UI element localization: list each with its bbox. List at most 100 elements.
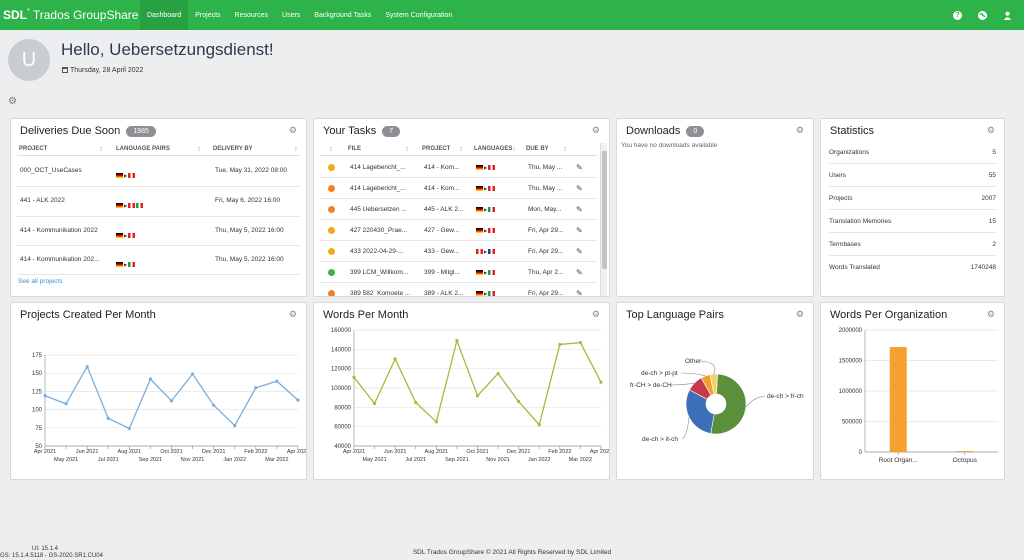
- column-menu-icon[interactable]: ⁝: [330, 146, 332, 153]
- gear-icon[interactable]: ⚙: [592, 125, 600, 136]
- x-tick-label: Jul 2021: [405, 457, 426, 463]
- status-dot: [328, 290, 335, 296]
- data-point: [148, 377, 153, 381]
- pie-slice: [685, 389, 715, 434]
- column-delivery-by[interactable]: DELIVERY BY: [213, 146, 253, 152]
- table-row[interactable]: 000_OCT_UseCases ▶ Tue, May 31, 2022 08:…: [17, 157, 300, 187]
- series-line: [353, 338, 602, 427]
- data-point: [43, 394, 47, 398]
- stat-value: 15: [988, 217, 996, 225]
- dashboard-settings-gear-icon[interactable]: ⚙: [8, 96, 17, 107]
- gear-icon[interactable]: ⚙: [289, 125, 297, 136]
- edit-icon[interactable]: ✎: [576, 205, 583, 214]
- gear-icon[interactable]: ⚙: [987, 125, 995, 136]
- column-menu-icon[interactable]: ⁝: [295, 146, 297, 153]
- task-row[interactable]: 389 582_Komoete ... 389 - ALK 2... ▶ Fri, A…: [320, 283, 597, 297]
- column-menu-icon[interactable]: ⁝: [198, 146, 200, 153]
- task-row[interactable]: 414 Lagebericht_... 414 - Kom... ▶ Thu, May…: [320, 157, 597, 178]
- language-flags: ▶: [476, 228, 496, 233]
- data-point: [127, 426, 131, 431]
- series-line: [44, 365, 299, 430]
- card-title: Your Tasks 7: [323, 125, 401, 137]
- nav-users[interactable]: Users: [275, 0, 307, 30]
- your-tasks-card: Your Tasks 7 ⚙ FILE PROJECT LANGUAGES DU…: [313, 118, 610, 297]
- app-logo[interactable]: SDL* Trados GroupShare: [0, 8, 140, 22]
- x-tick-label: Aug 2021: [118, 449, 142, 455]
- y-tick-label: 60000: [334, 425, 351, 431]
- gear-icon[interactable]: ⚙: [796, 125, 804, 136]
- data-point: [212, 403, 216, 407]
- table-row[interactable]: 414 - Kommunikation 202... ▶ Thu, May 5,…: [17, 246, 300, 275]
- task-file: 389 582_Komoete ...: [350, 290, 410, 297]
- pie-leader-line: [745, 395, 766, 408]
- nav-resources[interactable]: Resources: [228, 0, 275, 30]
- statistics-title: Statistics: [830, 125, 875, 137]
- table-header: FILE PROJECT LANGUAGES DUE BY ⁝ ⁝ ⁝ ⁝ ⁝: [320, 143, 597, 156]
- data-point: [496, 371, 500, 376]
- column-menu-icon[interactable]: ⁝: [406, 146, 408, 153]
- x-tick-label: Mar 2022: [569, 457, 592, 463]
- bar: [956, 451, 974, 452]
- edit-icon[interactable]: ✎: [576, 226, 583, 235]
- column-due-by[interactable]: DUE BY: [526, 146, 549, 152]
- nav-background-tasks[interactable]: Background Tasks: [307, 0, 378, 30]
- y-tick-label: 0: [859, 450, 863, 456]
- organization-bar-chart: 0 500000 1000000 1500000 2000000 Root Organ..…: [839, 328, 998, 464]
- user-icon[interactable]: [1003, 11, 1012, 20]
- column-languages[interactable]: LANGUAGES: [474, 146, 512, 152]
- task-row[interactable]: 433 2022-04-29-... 433 - Gew... ▶ Fri, Apr …: [320, 241, 597, 262]
- copyright: SDL Trados GroupShare © 2021 All Rights …: [412, 549, 612, 556]
- status-dot: [328, 227, 335, 234]
- column-language-pairs[interactable]: LANGUAGE PAIRS: [116, 146, 170, 152]
- edit-icon[interactable]: ✎: [576, 184, 583, 193]
- column-project[interactable]: PROJECT: [19, 146, 47, 152]
- column-menu-icon[interactable]: ⁝: [513, 146, 515, 153]
- column-project[interactable]: PROJECT: [422, 146, 450, 152]
- row-delivery: Thu, May 5, 2022 16:00: [215, 227, 284, 234]
- nav-projects[interactable]: Projects: [188, 0, 227, 30]
- stat-label: Translation Memories: [829, 217, 892, 225]
- deliveries-due-soon-card: Deliveries Due Soon 1985 ⚙ PROJECT LANGU…: [10, 118, 307, 297]
- stat-label: Projects: [829, 194, 853, 202]
- globe-icon[interactable]: [978, 10, 987, 20]
- pie-label: Other: [685, 358, 702, 365]
- language-flags: ▶: [476, 249, 496, 254]
- x-tick-label: Apr 2021: [34, 449, 56, 455]
- task-row[interactable]: 399 LCM_Willkom... 399 - Mitgl... ▶ Thu, Ap…: [320, 262, 597, 283]
- edit-icon[interactable]: ✎: [576, 163, 583, 172]
- y-tick-label: 100: [32, 408, 43, 414]
- column-menu-icon[interactable]: ⁝: [460, 146, 462, 153]
- edit-icon[interactable]: ✎: [576, 268, 583, 277]
- edit-icon[interactable]: ✎: [576, 247, 583, 256]
- scroll-thumb[interactable]: [602, 151, 607, 269]
- tasks-count-badge: 7: [382, 125, 401, 137]
- table-row[interactable]: 414 - Kommunikation 2022 ▶ Thu, May 5, 2…: [17, 217, 300, 246]
- column-file[interactable]: FILE: [348, 146, 361, 152]
- stat-value: 2007: [981, 194, 996, 202]
- table-row[interactable]: 441 - ALK 2022 ▶ Fri, May 6, 2022 16:00: [17, 187, 300, 217]
- stat-value: 5: [992, 148, 996, 156]
- x-tick-label: Feb 2022: [548, 449, 571, 455]
- task-row[interactable]: 445 Uebersetzen ... 445 - ALK 2... ▶ Mon, M…: [320, 199, 597, 220]
- nav-dashboard[interactable]: Dashboard: [140, 0, 189, 30]
- x-tick-label: Aug 2021: [425, 449, 449, 455]
- column-menu-icon[interactable]: ⁝: [100, 146, 102, 153]
- task-row[interactable]: 427 220430_Prae... 427 - Gew... ▶ Fri, Apr …: [320, 220, 597, 241]
- x-tick-label: Mar 2022: [265, 457, 288, 463]
- words-per-month-card: Words Per Month ⚙ 40000 60000 80000 100000 1…: [313, 302, 610, 480]
- pie-leader-line: [680, 372, 706, 377]
- x-tick-label: Octopus: [953, 457, 978, 464]
- nav-system-configuration[interactable]: System Configuration: [378, 0, 459, 30]
- column-menu-icon[interactable]: ⁝: [564, 146, 566, 153]
- language-pair-flags: ▶: [116, 233, 136, 238]
- tasks-scrollbar[interactable]: [600, 143, 607, 296]
- row-project: 441 - ALK 2022: [20, 197, 65, 204]
- edit-icon[interactable]: ✎: [576, 289, 583, 296]
- stat-label: Users: [829, 171, 846, 179]
- y-tick-label: 1500000: [839, 359, 863, 365]
- help-icon[interactable]: ?: [953, 10, 962, 20]
- task-row[interactable]: 414 Lagebericht_... 414 - Kom... ▶ Thu, May…: [320, 178, 597, 199]
- stat-row: Organizations 5: [829, 141, 996, 164]
- see-all-projects-link[interactable]: See all projects: [18, 278, 62, 285]
- downloads-count-badge: 0: [686, 125, 705, 137]
